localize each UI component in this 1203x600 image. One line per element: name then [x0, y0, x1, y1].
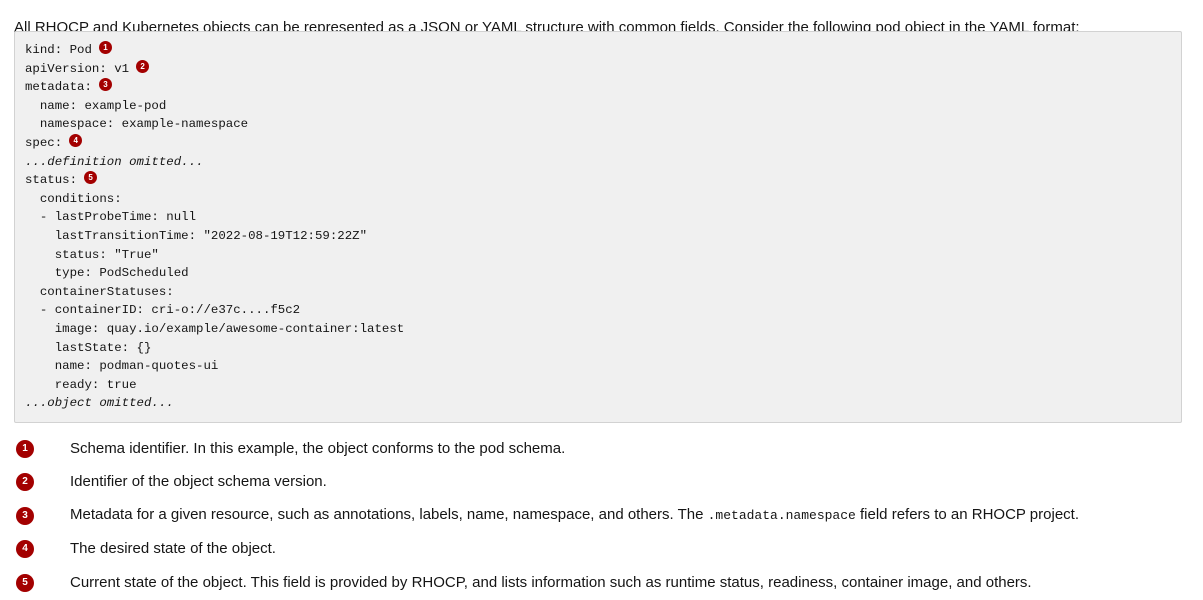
code-text: name: example-pod [25, 98, 167, 113]
callout-list: 1 Schema identifier. In this example, th… [14, 432, 1184, 600]
code-line: - lastProbeTime: null [25, 208, 1171, 227]
code-text-omitted: ...object omitted... [25, 396, 174, 411]
code-line: type: PodScheduled [25, 264, 1171, 283]
code-text: kind: Pod [25, 43, 92, 57]
callout-item-4: 4 The desired state of the object. [14, 533, 1184, 567]
callout-item-5: 5 Current state of the object. This fiel… [14, 566, 1184, 600]
code-text: containerStatuses: [25, 284, 174, 299]
code-text: ready: true [25, 377, 137, 392]
code-line: containerStatuses: [25, 283, 1171, 302]
code-line: name: example-pod [25, 97, 1171, 116]
code-text: metadata: [25, 80, 92, 95]
code-text: type: PodScheduled [25, 266, 189, 281]
code-text: - containerID: cri-o://e37c....f5c2 [25, 303, 301, 318]
yaml-code-block: kind: Pod 1 apiVersion: v1 2 metadata: 3 name… [14, 31, 1182, 423]
callout-item-3: 3 Metadata for a given resource, such as… [14, 499, 1184, 533]
callout-text: Metadata for a given resource, such as a… [70, 505, 1079, 526]
callout-marker-4[interactable]: 4 [69, 133, 83, 147]
code-line: metadata: 3 [25, 78, 1171, 97]
code-text-omitted: ...definition omitted... [25, 154, 204, 169]
code-text: lastState: {} [25, 340, 152, 355]
callout-badge-3: 3 [16, 506, 34, 525]
code-text: status: "True" [25, 247, 159, 262]
code-text: spec: [25, 135, 63, 150]
callout-marker-2[interactable]: 2 [136, 59, 150, 73]
code-line: apiVersion: v1 2 [25, 59, 1171, 79]
code-line: status: 5 [25, 171, 1171, 190]
callout-text: The desired state of the object. [70, 540, 276, 558]
code-line: ...definition omitted... [25, 153, 1171, 172]
callout-badge-2: 2 [16, 473, 34, 492]
callout-text-after: field refers to an RHOCP project. [855, 506, 1079, 524]
code-line: image: quay.io/example/awesome-container… [25, 320, 1171, 339]
code-line: lastTransitionTime: "2022-08-19T12:59:22… [25, 227, 1171, 246]
code-text: name: podman-quotes-ui [25, 359, 219, 374]
code-line: lastState: {} [25, 339, 1171, 358]
callout-marker-1[interactable]: 1 [98, 41, 112, 54]
yaml-code: kind: Pod 1 apiVersion: v1 2 metadata: 3 name… [25, 41, 1171, 413]
code-line: - containerID: cri-o://e37c....f5c2 [25, 301, 1171, 320]
code-text: status: [25, 173, 78, 188]
code-text: - lastProbeTime: null [25, 210, 197, 225]
callout-item-1: 1 Schema identifier. In this example, th… [14, 432, 1184, 466]
callout-badge-5: 5 [16, 573, 34, 592]
code-line: kind: Pod 1 [25, 41, 1171, 60]
callout-text: Schema identifier. In this example, the … [70, 439, 566, 457]
callout-marker-5[interactable]: 5 [84, 171, 98, 185]
code-line: namespace: example-namespace [25, 115, 1171, 134]
callout-badge-1: 1 [16, 439, 34, 458]
callout-text: Current state of the object. This field … [70, 573, 1032, 591]
inline-code: .metadata.namespace [707, 508, 856, 524]
callout-text-before: Metadata for a given resource, such as a… [70, 506, 708, 524]
code-text: conditions: [25, 191, 122, 206]
callout-item-2: 2 Identifier of the object schema versio… [14, 466, 1184, 500]
code-line: spec: 4 [25, 133, 1171, 153]
code-text: apiVersion: v1 [25, 61, 130, 76]
code-line: conditions: [25, 190, 1171, 209]
code-text: namespace: example-namespace [25, 117, 249, 132]
code-line: ready: true [25, 376, 1171, 395]
callout-badge-4: 4 [16, 540, 34, 559]
callout-marker-3[interactable]: 3 [98, 78, 112, 92]
code-line: ...object omitted... [25, 394, 1171, 413]
code-line: status: "True" [25, 246, 1171, 265]
code-text: lastTransitionTime: "2022-08-19T12:59:22… [25, 228, 368, 243]
callout-text: Identifier of the object schema version. [70, 473, 327, 491]
code-line: name: podman-quotes-ui [25, 357, 1171, 376]
code-text: image: quay.io/example/awesome-container… [25, 321, 405, 336]
